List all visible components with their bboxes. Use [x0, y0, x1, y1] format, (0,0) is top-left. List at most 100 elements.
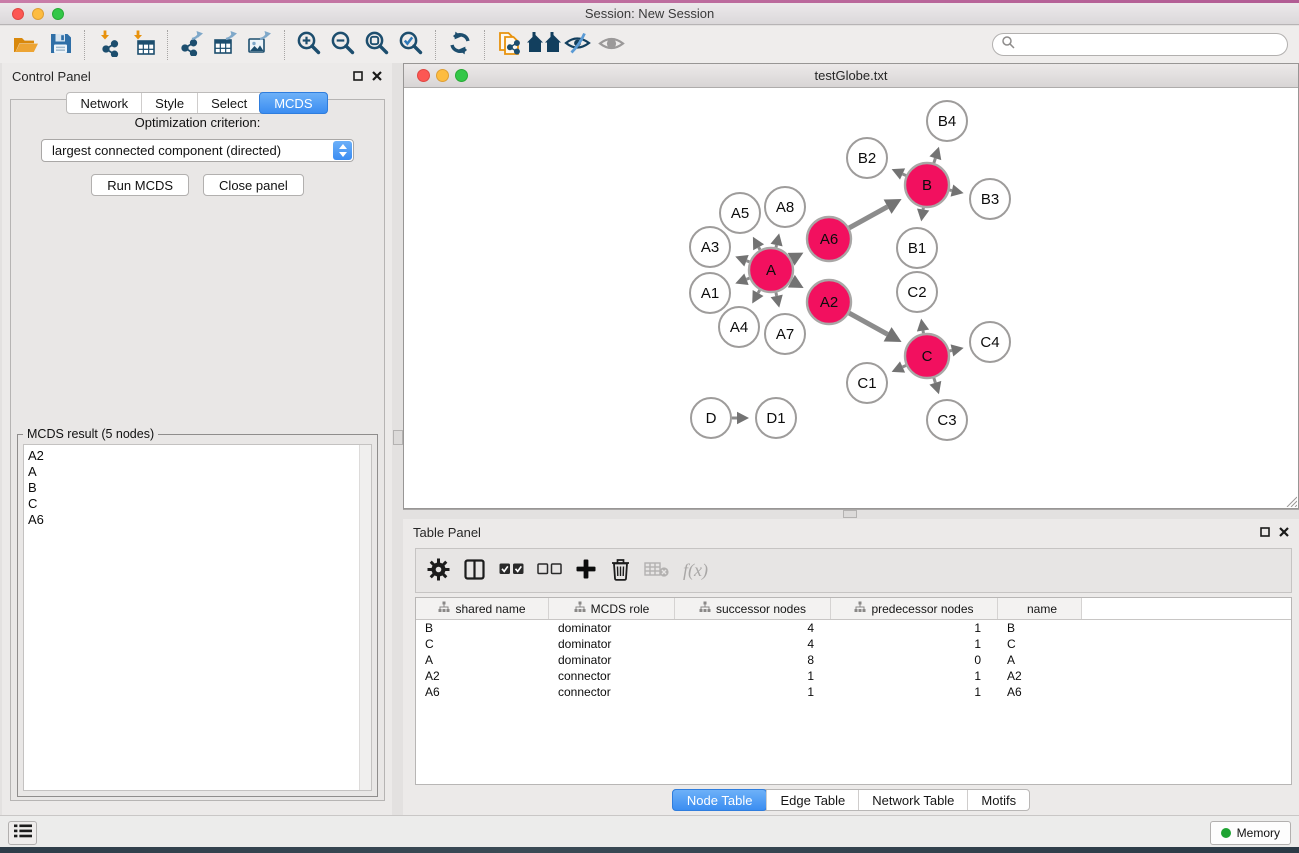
graph-node-A6[interactable]: A6: [807, 217, 851, 261]
graph-node-B3[interactable]: B3: [970, 179, 1010, 219]
result-list-item[interactable]: B: [24, 480, 371, 496]
tab-style[interactable]: Style: [141, 93, 197, 113]
result-list-item[interactable]: A6: [24, 512, 371, 528]
new-network-from-selection-button[interactable]: [492, 29, 526, 61]
zoom-in-button[interactable]: [292, 29, 326, 61]
close-table-panel-icon[interactable]: [1279, 525, 1289, 540]
graph-node-D1[interactable]: D1: [756, 398, 796, 438]
toggle-column-panel-button[interactable]: [463, 556, 486, 586]
delete-table-button[interactable]: [644, 556, 670, 586]
result-list-item[interactable]: A2: [24, 448, 371, 464]
result-list-item[interactable]: A: [24, 464, 371, 480]
graph-edge-A-A4[interactable]: [758, 290, 760, 293]
show-all-button[interactable]: [526, 29, 560, 61]
mcds-result-list[interactable]: A2ABCA6: [23, 444, 372, 791]
graph-node-B2[interactable]: B2: [847, 138, 887, 178]
graph-edge-B-B4[interactable]: [934, 158, 936, 163]
graph-node-A5[interactable]: A5: [720, 193, 760, 233]
tab-node-table[interactable]: Node Table: [672, 789, 768, 811]
close-panel-button[interactable]: Close panel: [203, 174, 304, 196]
vertical-split-handle[interactable]: [393, 430, 403, 445]
table-row[interactable]: Adominator80A: [416, 652, 1291, 668]
column-header-MCDS-role[interactable]: MCDS role: [549, 598, 675, 619]
graph-edge-C-C4[interactable]: [949, 350, 951, 351]
graph-edge-A-A8[interactable]: [776, 245, 777, 247]
graph-edge-A-A5[interactable]: [759, 247, 760, 250]
graph-node-A8[interactable]: A8: [765, 187, 805, 227]
export-table-button[interactable]: [209, 29, 243, 61]
graph-node-A2[interactable]: A2: [807, 280, 851, 324]
refresh-button[interactable]: [443, 29, 477, 61]
tab-select[interactable]: Select: [197, 93, 260, 113]
export-network-button[interactable]: [175, 29, 209, 61]
tab-mcds[interactable]: MCDS: [259, 92, 327, 114]
graph-node-A1[interactable]: A1: [690, 273, 730, 313]
graph-node-A3[interactable]: A3: [690, 227, 730, 267]
hide-selected-button[interactable]: [560, 29, 594, 61]
graph-node-B1[interactable]: B1: [897, 228, 937, 268]
column-header-name[interactable]: name: [998, 598, 1082, 619]
run-mcds-button[interactable]: Run MCDS: [91, 174, 189, 196]
zoom-fit-button[interactable]: [360, 29, 394, 61]
horizontal-split-handle[interactable]: [843, 510, 857, 518]
tab-network-table[interactable]: Network Table: [858, 790, 967, 810]
open-session-button[interactable]: [9, 29, 43, 61]
float-panel-icon[interactable]: [353, 69, 363, 84]
table-settings-button[interactable]: [427, 556, 450, 586]
close-window-button[interactable]: [12, 8, 24, 20]
delete-column-button[interactable]: [610, 556, 631, 586]
add-column-button[interactable]: [575, 556, 597, 586]
network-minimize-button[interactable]: [436, 69, 449, 82]
tab-edge-table[interactable]: Edge Table: [766, 790, 858, 810]
show-hidden-button[interactable]: [594, 29, 628, 61]
result-list-item[interactable]: C: [24, 496, 371, 512]
tab-network[interactable]: Network: [67, 93, 141, 113]
graph-edge-A-A1[interactable]: [746, 278, 749, 279]
graph-node-A4[interactable]: A4: [719, 307, 759, 347]
graph-edge-A-A7[interactable]: [776, 292, 777, 295]
network-zoom-button[interactable]: [455, 69, 468, 82]
graph-node-C4[interactable]: C4: [970, 322, 1010, 362]
export-image-button[interactable]: [243, 29, 277, 61]
zoom-selected-button[interactable]: [394, 29, 428, 61]
graph-edge-B-B3[interactable]: [949, 190, 951, 191]
table-row[interactable]: A2connector11A2: [416, 668, 1291, 684]
network-close-button[interactable]: [417, 69, 430, 82]
graph-node-B4[interactable]: B4: [927, 101, 967, 141]
import-network-button[interactable]: [92, 29, 126, 61]
column-header-successor-nodes[interactable]: successor nodes: [675, 598, 831, 619]
close-panel-icon[interactable]: [372, 69, 382, 84]
graph-edge-A6-B[interactable]: [849, 207, 887, 228]
graph-edge-A-A3[interactable]: [746, 261, 749, 262]
result-list-scrollbar[interactable]: [359, 445, 371, 790]
network-graph[interactable]: B4 B2 B B3 A8A5 A6 A3 B1 A C2 A1 A2 A4A7 C4 C C1 C3 D D1: [404, 89, 1298, 509]
search-input[interactable]: [1020, 38, 1279, 52]
graph-node-C[interactable]: C: [905, 334, 949, 378]
graph-node-C1[interactable]: C1: [847, 363, 887, 403]
graph-edge-C-C1[interactable]: [903, 365, 906, 367]
graph-node-B[interactable]: B: [905, 163, 949, 207]
import-table-button[interactable]: [126, 29, 160, 61]
graph-node-C2[interactable]: C2: [897, 272, 937, 312]
column-header-predecessor-nodes[interactable]: predecessor nodes: [831, 598, 998, 619]
float-table-panel-icon[interactable]: [1260, 525, 1270, 540]
resize-grip-icon[interactable]: [1284, 494, 1297, 507]
apply-function-button[interactable]: f(x): [683, 560, 708, 581]
graph-edge-B-B2[interactable]: [903, 174, 906, 176]
deselect-all-rows-button[interactable]: [537, 556, 562, 586]
graph-node-A7[interactable]: A7: [765, 314, 805, 354]
tab-motifs[interactable]: Motifs: [967, 790, 1029, 810]
graph-node-A[interactable]: A: [749, 248, 793, 292]
save-session-button[interactable]: [43, 29, 77, 61]
graph-node-C3[interactable]: C3: [927, 400, 967, 440]
task-history-button[interactable]: [8, 821, 37, 845]
select-all-rows-button[interactable]: [499, 556, 524, 586]
graph-edge-A2-C[interactable]: [849, 313, 887, 334]
minimize-window-button[interactable]: [32, 8, 44, 20]
graph-node-D[interactable]: D: [691, 398, 731, 438]
node-table[interactable]: shared nameMCDS rolesuccessor nodesprede…: [415, 597, 1292, 785]
table-row[interactable]: Cdominator41C: [416, 636, 1291, 652]
column-header-shared-name[interactable]: shared name: [416, 598, 549, 619]
criterion-select[interactable]: largest connected component (directed): [41, 139, 354, 162]
table-row[interactable]: A6connector11A6: [416, 684, 1291, 700]
